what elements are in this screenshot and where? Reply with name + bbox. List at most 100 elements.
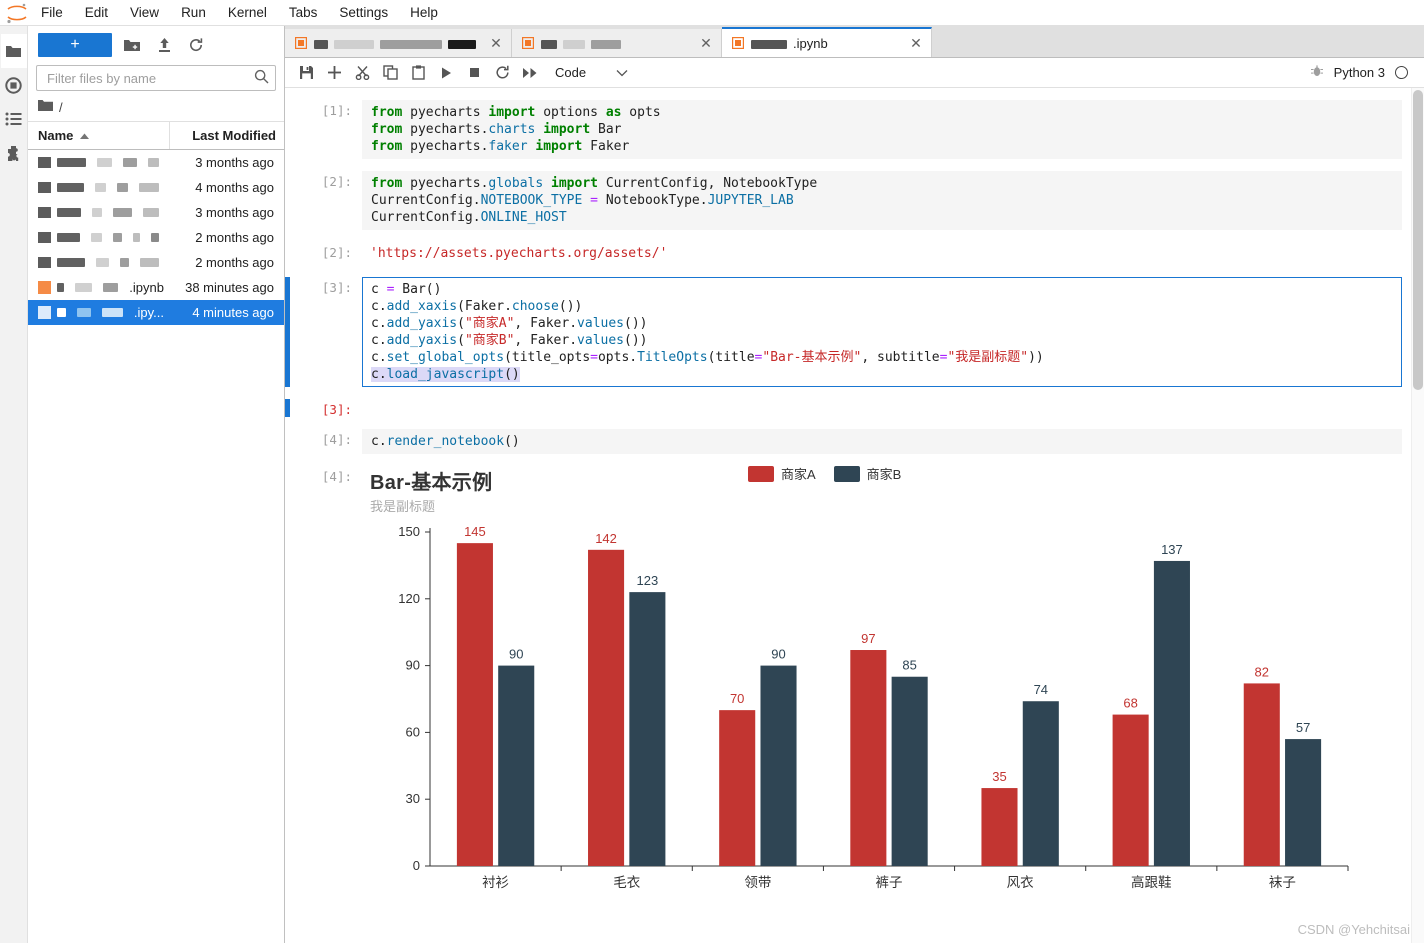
legend-item[interactable]: 商家B [833,464,901,483]
menu-item-help[interactable]: Help [399,1,449,25]
running-sessions-icon[interactable] [1,68,27,102]
file-list-item[interactable]: .ipynb 38 minutes ago [28,275,284,300]
tab-label [541,36,692,51]
restart-circle-icon[interactable] [489,61,515,85]
menu-item-file[interactable]: File [30,1,74,25]
chart-bar [1153,560,1190,866]
kernel-status-indicator[interactable] [1395,66,1408,79]
redacted-tab-name-part [314,39,328,49]
menu-item-kernel[interactable]: Kernel [217,1,278,25]
column-header-last-modified[interactable]: Last Modified [170,122,284,149]
upload-icon[interactable] [152,34,176,56]
notebook-cell[interactable]: [4]: c.render_notebook() [285,429,1402,454]
new-folder-icon[interactable] [120,34,144,56]
x-axis-tick-label: 毛衣 [613,875,640,890]
menu-item-settings[interactable]: Settings [328,1,399,25]
notebook-scrollbar-thumb[interactable] [1413,90,1423,390]
code-token: (title [707,350,755,365]
bug-icon[interactable] [1310,64,1324,81]
plus-icon[interactable] [321,61,347,85]
redacted-filename-part [74,283,93,292]
breadcrumb[interactable]: / [28,97,284,121]
menu-item-view[interactable]: View [119,1,170,25]
kernel-name[interactable]: Python 3 [1334,65,1385,80]
close-icon[interactable]: ✕ [909,35,923,52]
notebook-scroll-area[interactable]: [1]: from pyecharts import options as opt… [285,88,1424,943]
notebook-cell[interactable]: [3]: c = Bar() c.add_xaxis(Faker.choose())… [285,277,1402,387]
file-list-item[interactable]: 3 months ago [28,150,284,175]
menu-item-edit[interactable]: Edit [74,1,119,25]
notebook-cell[interactable]: [1]: from pyecharts import options as opt… [285,100,1402,159]
code-token: (Faker. [457,299,512,314]
file-last-modified: 4 minutes ago [192,305,274,320]
code-token: c. [371,434,387,449]
file-browser-toolbar: + [28,26,284,63]
file-list-item[interactable]: 2 months ago [28,250,284,275]
y-axis-tick-label: 0 [413,858,420,873]
save-icon[interactable] [293,61,319,85]
code-line: c.add_yaxis("商家A", Faker.values()) [371,315,1393,332]
column-header-name[interactable]: Name [28,122,170,149]
code-token: charts [488,122,536,137]
notebook-scrollbar[interactable] [1411,88,1424,943]
bar-value-label: 85 [902,658,916,673]
notebook-file-icon [38,305,51,320]
tab-notebook[interactable]: ✕ [512,29,722,57]
column-header-name-label: Name [38,128,74,143]
code-token: ( [457,316,465,331]
tab-notebook[interactable]: ✕ [285,29,512,57]
file-list-item[interactable]: .ipy... 4 minutes ago [28,300,284,325]
close-icon[interactable]: ✕ [489,35,503,52]
code-token: values [577,333,625,348]
cell-type-select[interactable]: Code [555,65,628,80]
cell-source[interactable]: from pyecharts import options as opts fro… [362,100,1402,159]
file-list-item[interactable]: 3 months ago [28,200,284,225]
refresh-icon[interactable] [184,34,208,56]
cell-source[interactable]: from pyecharts.globals import CurrentCon… [362,171,1402,230]
bar-value-label: 97 [861,631,875,646]
code-line: from pyecharts.faker import Faker [371,138,1393,155]
cell-source[interactable]: c.render_notebook() [362,429,1402,454]
file-browser-icon[interactable] [0,34,27,68]
cell-prompt: [4]: [321,469,352,484]
tab-name-suffix: .ipynb [793,35,828,51]
menu-item-run[interactable]: Run [170,1,217,25]
scissors-icon[interactable] [349,61,375,85]
stop-square-icon[interactable] [461,61,487,85]
notebook-cell[interactable]: [2]: from pyecharts.globals import Curren… [285,171,1402,230]
code-token: Bar [590,122,622,137]
cell-source[interactable]: c = Bar() c.add_xaxis(Faker.choose()) c.ad… [362,277,1402,387]
bar-chart: Bar-基本示例 我是副标题 商家A 商家B 0 30 60 90 120 150 145 90 衬衫 1… [368,464,1368,921]
legend-item[interactable]: 商家A [748,464,816,483]
extensions-puzzle-icon[interactable] [1,136,27,170]
commands-list-icon[interactable] [1,102,27,136]
code-token: ()) [558,299,583,314]
code-token: from [371,139,403,154]
filter-files-input-wrapper[interactable] [36,65,276,91]
chart-bar [629,592,666,866]
fast-forward-icon[interactable] [517,61,543,85]
file-last-modified: 4 months ago [195,180,274,195]
notebook-cell[interactable]: [4]: Bar-基本示例 我是副标题 商家A 商家B 0 30 60 90 120 150 145 9… [285,464,1402,921]
tab-label [314,36,482,51]
close-icon[interactable]: ✕ [699,35,713,52]
code-token: opts. [597,350,638,365]
filter-files-input[interactable] [45,69,254,87]
notebook-cell[interactable]: [3]: [285,399,1402,417]
paste-icon[interactable] [405,61,431,85]
code-token: NotebookType. [605,193,708,208]
play-icon[interactable] [433,61,459,85]
file-list: 3 months ago 4 months ago 3 months ago 2 mo… [28,150,284,943]
legend-swatch [833,465,860,482]
tab-active-notebook[interactable]: .ipynb ✕ [722,27,932,57]
file-list-item[interactable]: 4 months ago [28,175,284,200]
copy-icon[interactable] [377,61,403,85]
bar-value-label: 82 [1255,664,1269,679]
new-launcher-button[interactable]: + [38,33,112,57]
notebook-cell[interactable]: [2]: 'https://assets.pyecharts.org/assets… [285,242,1402,265]
file-list-item[interactable]: 2 months ago [28,225,284,250]
menu-item-tabs[interactable]: Tabs [278,1,329,25]
legend-label: 商家A [781,467,816,482]
code-token: from [371,122,403,137]
